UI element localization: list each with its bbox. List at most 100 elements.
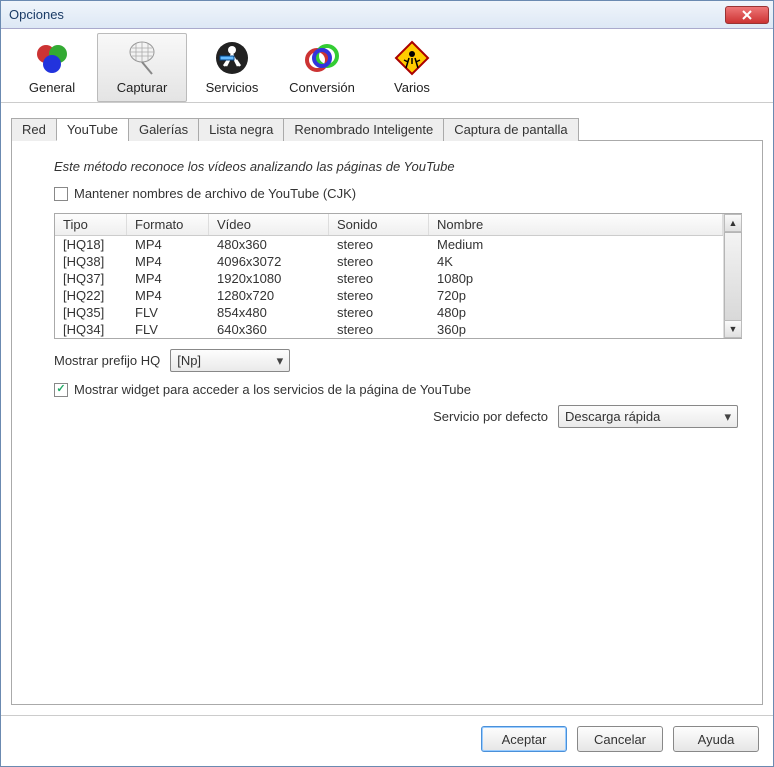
capturar-icon — [122, 38, 162, 78]
table-scrollbar[interactable]: ▲ ▼ — [723, 214, 741, 338]
tab-red[interactable]: Red — [11, 118, 57, 141]
help-button[interactable]: Ayuda — [673, 726, 759, 752]
toolbar: General Capturar Servicios Conversión Va… — [1, 29, 773, 103]
toolbar-label: Servicios — [206, 80, 259, 95]
service-default-select[interactable]: Descarga rápida ▾ — [558, 405, 738, 428]
cjk-checkbox-label: Mantener nombres de archivo de YouTube (… — [74, 186, 356, 201]
cell-formato: FLV — [127, 304, 209, 321]
chevron-down-icon: ▾ — [277, 353, 284, 369]
toolbar-item-conversion[interactable]: Conversión — [277, 33, 367, 102]
table-header: Tipo Formato Vídeo Sonido Nombre — [55, 214, 723, 236]
cell-sonido: stereo — [329, 287, 429, 304]
cell-sonido: stereo — [329, 270, 429, 287]
toolbar-item-servicios[interactable]: Servicios — [187, 33, 277, 102]
cell-tipo: [HQ37] — [55, 270, 127, 287]
close-icon — [742, 10, 752, 20]
content-area: Red YouTube Galerías Lista negra Renombr… — [1, 103, 773, 715]
cell-formato: MP4 — [127, 253, 209, 270]
window-title: Opciones — [9, 7, 725, 22]
toolbar-item-general[interactable]: General — [7, 33, 97, 102]
toolbar-label: General — [29, 80, 75, 95]
toolbar-item-capturar[interactable]: Capturar — [97, 33, 187, 102]
table-row[interactable]: [HQ22]MP41280x720stereo720p — [55, 287, 723, 304]
col-header-nombre[interactable]: Nombre — [429, 214, 723, 235]
accept-button[interactable]: Aceptar — [481, 726, 567, 752]
cancel-button[interactable]: Cancelar — [577, 726, 663, 752]
cell-formato: MP4 — [127, 287, 209, 304]
widget-checkbox-row: Mostrar widget para acceder a los servic… — [54, 382, 748, 397]
table-row[interactable]: [HQ34]FLV640x360stereo360p — [55, 321, 723, 338]
varios-icon — [392, 38, 432, 78]
scroll-up-button[interactable]: ▲ — [724, 214, 742, 232]
table-row[interactable]: [HQ35]FLV854x480stereo480p — [55, 304, 723, 321]
formats-table: Tipo Formato Vídeo Sonido Nombre [HQ18]M… — [54, 213, 742, 339]
service-default-row: Servicio por defecto Descarga rápida ▾ — [54, 405, 738, 428]
cell-nombre: 360p — [429, 321, 723, 338]
titlebar: Opciones — [1, 1, 773, 29]
cell-sonido: stereo — [329, 253, 429, 270]
col-header-formato[interactable]: Formato — [127, 214, 209, 235]
widget-checkbox[interactable] — [54, 383, 68, 397]
prefix-row: Mostrar prefijo HQ [Np] ▾ — [54, 349, 748, 372]
col-header-sonido[interactable]: Sonido — [329, 214, 429, 235]
chevron-down-icon: ▼ — [729, 324, 738, 334]
service-default-label: Servicio por defecto — [433, 409, 548, 424]
cell-tipo: [HQ38] — [55, 253, 127, 270]
cell-video: 1920x1080 — [209, 270, 329, 287]
cell-nombre: 480p — [429, 304, 723, 321]
prefix-select[interactable]: [Np] ▾ — [170, 349, 290, 372]
description-text: Este método reconoce los vídeos analizan… — [54, 159, 744, 174]
cell-formato: MP4 — [127, 236, 209, 253]
toolbar-label: Varios — [394, 80, 430, 95]
scroll-thumb[interactable] — [724, 232, 742, 322]
scroll-down-button[interactable]: ▼ — [724, 320, 742, 338]
options-window: Opciones General Capturar Servicios — [0, 0, 774, 767]
tab-panel-youtube: Este método reconoce los vídeos analizan… — [11, 141, 763, 705]
table-row[interactable]: [HQ38]MP44096x3072stereo4K — [55, 253, 723, 270]
close-button[interactable] — [725, 6, 769, 24]
prefix-value: [Np] — [177, 353, 201, 368]
servicios-icon — [212, 38, 252, 78]
tab-listanegra[interactable]: Lista negra — [198, 118, 284, 141]
tab-captura[interactable]: Captura de pantalla — [443, 118, 578, 141]
widget-checkbox-label: Mostrar widget para acceder a los servic… — [74, 382, 471, 397]
cjk-checkbox[interactable] — [54, 187, 68, 201]
tabbar: Red YouTube Galerías Lista negra Renombr… — [11, 117, 763, 141]
conversion-icon — [302, 38, 342, 78]
general-icon — [32, 38, 72, 78]
cell-tipo: [HQ18] — [55, 236, 127, 253]
cell-video: 854x480 — [209, 304, 329, 321]
cell-nombre: 4K — [429, 253, 723, 270]
tab-galerias[interactable]: Galerías — [128, 118, 199, 141]
cell-formato: MP4 — [127, 270, 209, 287]
cell-formato: FLV — [127, 321, 209, 338]
cjk-checkbox-row: Mantener nombres de archivo de YouTube (… — [54, 186, 748, 201]
chevron-down-icon: ▾ — [724, 409, 731, 425]
tab-youtube[interactable]: YouTube — [56, 118, 129, 141]
toolbar-label: Capturar — [117, 80, 168, 95]
col-header-video[interactable]: Vídeo — [209, 214, 329, 235]
cell-nombre: 1080p — [429, 270, 723, 287]
cell-sonido: stereo — [329, 236, 429, 253]
table-row[interactable]: [HQ18]MP4480x360stereoMedium — [55, 236, 723, 253]
service-default-value: Descarga rápida — [565, 409, 660, 424]
col-header-tipo[interactable]: Tipo — [55, 214, 127, 235]
cell-tipo: [HQ22] — [55, 287, 127, 304]
tab-renombrado[interactable]: Renombrado Inteligente — [283, 118, 444, 141]
table-row[interactable]: [HQ37]MP41920x1080stereo1080p — [55, 270, 723, 287]
cell-sonido: stereo — [329, 304, 429, 321]
cell-video: 1280x720 — [209, 287, 329, 304]
cell-nombre: 720p — [429, 287, 723, 304]
cell-video: 640x360 — [209, 321, 329, 338]
cell-nombre: Medium — [429, 236, 723, 253]
cell-tipo: [HQ35] — [55, 304, 127, 321]
cell-video: 480x360 — [209, 236, 329, 253]
chevron-up-icon: ▲ — [729, 218, 738, 228]
cell-tipo: [HQ34] — [55, 321, 127, 338]
cell-sonido: stereo — [329, 321, 429, 338]
prefix-label: Mostrar prefijo HQ — [54, 353, 160, 368]
toolbar-label: Conversión — [289, 80, 355, 95]
toolbar-item-varios[interactable]: Varios — [367, 33, 457, 102]
cell-video: 4096x3072 — [209, 253, 329, 270]
button-bar: Aceptar Cancelar Ayuda — [1, 715, 773, 766]
